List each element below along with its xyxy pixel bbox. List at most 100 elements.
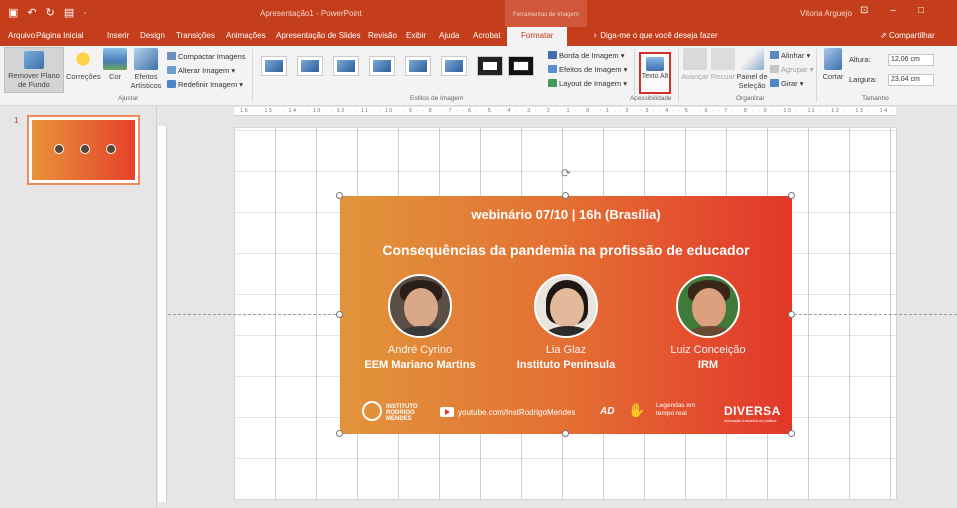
webinar-date-text: webinário 07/10 | 16h (Brasília) (471, 207, 661, 222)
alt-text-icon (646, 57, 664, 71)
group-label-estilos: Estilos de Imagem (410, 95, 464, 102)
bring-forward-button[interactable]: Avançar (680, 48, 710, 81)
rotate-label: Girar (781, 79, 798, 88)
tab-animacoes[interactable]: Animações (226, 31, 266, 40)
send-backward-button[interactable]: Recuar (710, 48, 736, 81)
speaker-org: IRM (697, 359, 719, 371)
picture-style-6[interactable] (441, 56, 467, 76)
tab-inserir[interactable]: Inserir (107, 31, 129, 40)
compress-icon (167, 52, 176, 60)
artistic-effects-label: Efeitos Artísticos (130, 72, 162, 90)
user-name[interactable]: Vitoria Arguejo (800, 9, 852, 18)
picture-style-2[interactable] (297, 56, 323, 76)
crop-button[interactable]: Cortar (820, 48, 846, 81)
change-picture-button[interactable]: Alterar Imagem ▾ (167, 66, 235, 75)
tab-transicoes[interactable]: Transições (176, 31, 215, 40)
diversa-tagline: educação inclusiva na prática (724, 418, 777, 423)
picture-style-3[interactable] (333, 56, 359, 76)
picture-style-5[interactable] (405, 56, 431, 76)
change-picture-label: Alterar Imagem (178, 66, 230, 75)
speaker-name: André Cyrino (387, 344, 453, 356)
align-icon (770, 51, 779, 59)
tell-me-text: Diga-me o que você deseja fazer (600, 31, 718, 40)
picture-style-4[interactable] (369, 56, 395, 76)
picture-effects-label: Efeitos de Imagem (559, 65, 622, 74)
group-label-ajustar: Ajustar (118, 95, 139, 102)
reset-picture-button[interactable]: Redefinir Imagem ▾ (167, 80, 243, 89)
title-bar: ▣ ↶ ↻ ▤ · Apresentação1 - PowerPoint Fer… (0, 0, 957, 27)
avatar (676, 274, 740, 338)
corrections-button[interactable]: Correções (66, 48, 101, 81)
ribbon-display-icon[interactable]: ⊡ (860, 5, 868, 16)
color-button[interactable]: Cor (103, 48, 127, 81)
save-icon[interactable]: ▣ (8, 7, 18, 19)
share-label: Compartilhar (888, 31, 935, 40)
group-label: Agrupar (781, 65, 808, 74)
change-picture-icon (167, 66, 176, 74)
picture-effects-button[interactable]: Efeitos de Imagem ▾ (548, 65, 627, 74)
slideshow-icon[interactable]: ▤ (64, 7, 74, 19)
slide-number: 1 (14, 116, 19, 125)
alt-text-button[interactable]: Texto Alt (639, 52, 671, 94)
selection-pane-label: Painel de Seleção (736, 72, 768, 90)
youtube-icon (440, 407, 454, 417)
lightbulb-icon: ♀ (592, 31, 601, 40)
picture-style-8[interactable] (508, 56, 534, 76)
tab-revisao[interactable]: Revisão (368, 31, 397, 40)
tab-formatar[interactable]: Formatar (507, 27, 568, 46)
picture-style-1[interactable] (261, 56, 287, 76)
resize-handle-right[interactable] (788, 311, 795, 318)
tab-apresentacao-slides[interactable]: Apresentação de Slides (276, 31, 361, 40)
rotate-handle-icon[interactable]: ⟳ (559, 166, 573, 180)
speaker-org: Instituto Península (516, 359, 616, 371)
tell-me-search[interactable]: ♀ Diga-me o que você deseja fazer (592, 31, 718, 40)
speaker-card: Lia Glaz Instituto Península (496, 274, 636, 372)
tab-pagina-inicial[interactable]: Página Inicial (36, 31, 84, 40)
tab-ajuda[interactable]: Ajuda (439, 31, 459, 40)
share-button[interactable]: ⇗ Compartilhar (880, 31, 935, 40)
compress-pictures-button[interactable]: Compactar Imagens (167, 52, 246, 61)
group-button[interactable]: Agrupar ▾ (770, 65, 814, 74)
height-input[interactable]: 12,06 cm (888, 54, 934, 66)
width-input[interactable]: 23,04 cm (888, 74, 934, 86)
artistic-effects-button[interactable]: Efeitos Artísticos (128, 48, 164, 90)
group-label-tamanho: Tamanho (862, 95, 889, 102)
share-icon: ⇗ (880, 31, 889, 40)
group-icon (770, 65, 779, 73)
webinar-subject-text: Consequências da pandemia na profissão d… (382, 242, 750, 258)
resize-handle-top-left[interactable] (336, 192, 343, 199)
send-backward-label: Recuar (710, 72, 736, 81)
picture-border-label: Borda de Imagem (559, 51, 619, 60)
window-controls: ⊡ – □ (860, 5, 924, 16)
effects-icon (548, 65, 557, 73)
tab-arquivo[interactable]: Arquivo (8, 31, 35, 40)
remove-background-icon (24, 51, 44, 69)
resize-handle-bottom[interactable] (562, 430, 569, 437)
tab-exibir[interactable]: Exibir (406, 31, 426, 40)
picture-layout-button[interactable]: Layout de Imagem ▾ (548, 79, 627, 88)
redo-icon[interactable]: ↻ (46, 7, 55, 19)
tab-design[interactable]: Design (140, 31, 165, 40)
rotate-button[interactable]: Girar ▾ (770, 79, 804, 88)
selection-pane-icon (740, 48, 764, 70)
undo-icon[interactable]: ↶ (27, 7, 36, 19)
picture-style-7[interactable] (477, 56, 503, 76)
slide-thumbnail[interactable] (27, 115, 140, 185)
picture-border-button[interactable]: Borda de Imagem ▾ (548, 51, 624, 60)
minimize-icon[interactable]: – (890, 5, 896, 16)
align-button[interactable]: Alinhar ▾ (770, 51, 810, 60)
remove-background-button[interactable]: Remover Plano de Fundo (4, 47, 64, 93)
rotate-icon (770, 79, 779, 87)
selected-picture[interactable]: webinário 07/10 | 16h (Brasília) Consequ… (340, 196, 792, 434)
selection-pane-button[interactable]: Painel de Seleção (735, 48, 769, 90)
avatar (534, 274, 598, 338)
resize-handle-top[interactable] (562, 192, 569, 199)
resize-handle-top-right[interactable] (788, 192, 795, 199)
group-label-acessibilidade: Acessibilidade (630, 95, 672, 102)
resize-handle-left[interactable] (336, 311, 343, 318)
resize-handle-bottom-left[interactable] (336, 430, 343, 437)
maximize-icon[interactable]: □ (918, 5, 924, 16)
tab-acrobat[interactable]: Acrobat (473, 31, 501, 40)
resize-handle-bottom-right[interactable] (788, 430, 795, 437)
customize-qat-icon[interactable]: · (83, 7, 87, 19)
